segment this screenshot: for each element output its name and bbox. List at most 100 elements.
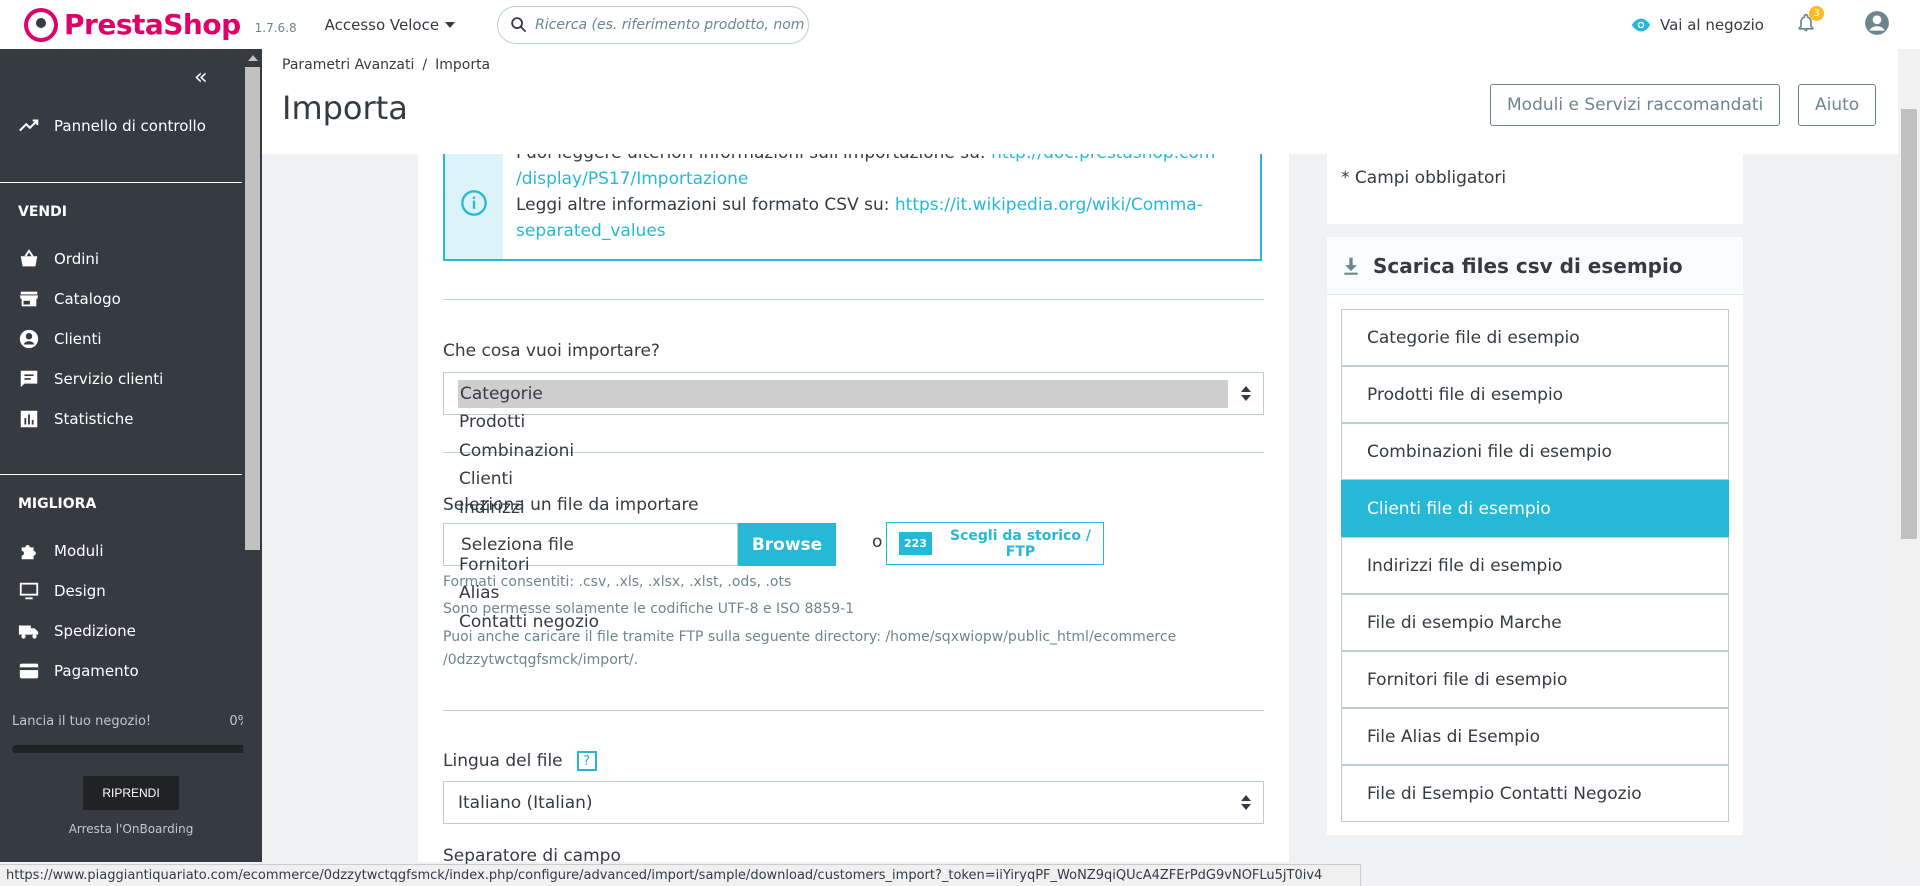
info-alert: Puoi leggere ulteriori informazioni sull… bbox=[443, 143, 1262, 261]
sample-file-link[interactable]: Categorie file di esempio bbox=[1341, 309, 1729, 366]
sidebar-item-label: Design bbox=[54, 582, 106, 600]
or-separator: o bbox=[872, 532, 883, 552]
search-input[interactable] bbox=[535, 16, 806, 33]
sidebar-item-label: Servizio clienti bbox=[54, 370, 164, 388]
sample-file-link[interactable]: File di Esempio Contatti Negozio bbox=[1341, 765, 1729, 822]
resume-onboarding-button[interactable]: RIPRENDI bbox=[83, 776, 179, 810]
sidebar-item-stats[interactable]: Statistiche bbox=[18, 408, 134, 430]
help-button[interactable]: Aiuto bbox=[1798, 84, 1877, 126]
history-ftp-label: Scegli da storico / FTP bbox=[950, 527, 1091, 560]
sidebar-item-label: Statistiche bbox=[54, 410, 134, 428]
store-icon bbox=[19, 291, 39, 307]
view-store-link[interactable]: Vai al negozio bbox=[1630, 16, 1764, 34]
breadcrumb: Parametri Avanzati / Importa bbox=[282, 57, 490, 73]
onboarding-panel: Lancia il tuo negozio! 0% RIPRENDI Arres… bbox=[0, 700, 262, 862]
download-icon bbox=[1344, 257, 1358, 275]
trending-up-icon bbox=[19, 119, 39, 132]
entity-option[interactable]: Prodotti bbox=[459, 412, 525, 432]
monitor-icon bbox=[19, 582, 39, 600]
docs-link-continued[interactable]: /display/PS17/Importazione bbox=[516, 169, 748, 189]
notifications-button[interactable]: 3 bbox=[1796, 5, 1824, 38]
entity-select-selected[interactable]: Categorie bbox=[458, 380, 1228, 408]
onboarding-progress-bar bbox=[12, 745, 250, 753]
select-arrows-icon bbox=[1241, 386, 1251, 401]
recommended-modules-button[interactable]: Moduli e Servizi raccomandati bbox=[1490, 84, 1781, 126]
browse-button[interactable]: Browse bbox=[738, 523, 836, 566]
sidebar-scrollbar[interactable] bbox=[243, 49, 262, 862]
browser-status-url: https://www.piaggiantiquariato.com/ecomm… bbox=[0, 864, 1361, 886]
sidebar-item-customers[interactable]: Clienti bbox=[18, 328, 102, 350]
info-alert-text: Puoi leggere ulteriori informazioni sull… bbox=[516, 143, 1256, 244]
history-ftp-button[interactable]: 223 Scegli da storico / FTP bbox=[886, 522, 1104, 565]
sidebar-item-label: Pannello di controllo bbox=[54, 117, 206, 135]
entity-option[interactable]: Fornitori bbox=[459, 555, 530, 575]
sample-files-card: Scarica files csv di esempio Categorie f… bbox=[1327, 237, 1743, 835]
main-scroll-thumb[interactable] bbox=[1901, 109, 1917, 539]
breadcrumb-separator: / bbox=[422, 57, 428, 73]
stop-onboarding-link[interactable]: Arresta l'OnBoarding bbox=[0, 822, 262, 836]
sidebar-item-label: Catalogo bbox=[54, 290, 121, 308]
scroll-up-arrow-icon[interactable] bbox=[248, 55, 258, 61]
entity-option[interactable]: Indirizzi bbox=[459, 498, 525, 518]
sample-file-link[interactable]: File di esempio Marche bbox=[1341, 594, 1729, 651]
credit-card-icon bbox=[19, 663, 39, 679]
sample-file-link[interactable]: Fornitori file di esempio bbox=[1341, 651, 1729, 708]
breadcrumb-item[interactable]: Parametri Avanzati bbox=[282, 57, 414, 73]
sidebar-scroll-thumb[interactable] bbox=[245, 67, 260, 550]
sample-file-link[interactable]: Combinazioni file di esempio bbox=[1341, 423, 1729, 480]
divider bbox=[0, 182, 242, 183]
csv-wiki-link-continued[interactable]: separated_values bbox=[516, 221, 666, 241]
sample-file-link-active[interactable]: Clienti file di esempio bbox=[1341, 480, 1729, 537]
help-question-icon[interactable]: ? bbox=[576, 751, 597, 771]
sidebar-item-label: Pagamento bbox=[54, 662, 139, 680]
required-fields-card: * Campi obbligatori bbox=[1327, 154, 1743, 224]
top-header: PrestaShop 1.7.6.8 Accesso Veloce Vai al… bbox=[0, 0, 1920, 49]
breadcrumb-item: Importa bbox=[435, 57, 491, 73]
entity-option[interactable]: Combinazioni bbox=[459, 441, 574, 461]
truck-icon bbox=[18, 625, 39, 639]
sidebar-item-modules[interactable]: Moduli bbox=[18, 540, 103, 562]
search-box[interactable] bbox=[497, 5, 810, 44]
entity-option[interactable]: Clienti bbox=[459, 469, 513, 489]
sidebar-item-payment[interactable]: Pagamento bbox=[18, 660, 139, 682]
search-icon bbox=[511, 17, 527, 33]
quick-access-label: Accesso Veloce bbox=[324, 15, 440, 34]
info-icon bbox=[461, 189, 487, 216]
sidebar-item-dashboard[interactable]: Pannello di controllo bbox=[18, 115, 206, 137]
file-language-selected: Italiano (Italian) bbox=[458, 792, 593, 813]
main-scrollbar[interactable] bbox=[1898, 49, 1920, 862]
divider bbox=[443, 299, 1264, 300]
csv-wiki-link[interactable]: https://it.wikipedia.org/wiki/Comma- bbox=[895, 195, 1203, 215]
quick-access-dropdown[interactable]: Accesso Veloce bbox=[324, 15, 456, 34]
puzzle-icon bbox=[21, 545, 36, 560]
import-form-panel: Puoi leggere ulteriori informazioni sull… bbox=[418, 143, 1289, 866]
sidebar-item-customer-service[interactable]: Servizio clienti bbox=[18, 368, 163, 390]
entity-option[interactable]: Alias bbox=[459, 583, 499, 603]
basket-icon bbox=[20, 249, 38, 267]
sample-file-link[interactable]: Prodotti file di esempio bbox=[1341, 366, 1729, 423]
prestashop-logo[interactable]: PrestaShop bbox=[24, 7, 241, 42]
sidebar-item-catalog[interactable]: Catalogo bbox=[18, 288, 121, 310]
file-language-text: Lingua del file bbox=[443, 751, 563, 771]
divider bbox=[443, 710, 1264, 711]
divider bbox=[0, 474, 242, 475]
sidebar-item-orders[interactable]: Ordini bbox=[18, 248, 99, 270]
eye-icon bbox=[1631, 18, 1651, 31]
ftp-help-line1: Puoi anche caricare il file tramite FTP … bbox=[443, 629, 1177, 645]
user-account-icon bbox=[1865, 10, 1889, 35]
sidebar-item-design[interactable]: Design bbox=[18, 580, 106, 602]
sample-file-link[interactable]: File Alias di Esempio bbox=[1341, 708, 1729, 765]
collapse-sidebar-icon[interactable]: ‹‹ bbox=[194, 65, 207, 90]
entity-select[interactable]: Categorie bbox=[443, 372, 1264, 415]
view-store-label: Vai al negozio bbox=[1659, 15, 1764, 34]
file-language-select[interactable]: Italiano (Italian) bbox=[443, 781, 1264, 824]
account-button[interactable] bbox=[1864, 10, 1890, 40]
sample-file-link[interactable]: Indirizzi file di esempio bbox=[1341, 537, 1729, 594]
sidebar-item-shipping[interactable]: Spedizione bbox=[18, 620, 136, 642]
sample-files-title: Scarica files csv di esempio bbox=[1373, 253, 1683, 278]
file-select-placeholder: Seleziona file bbox=[461, 534, 574, 555]
version-label: 1.7.6.8 bbox=[254, 20, 297, 35]
puffin-logo-icon bbox=[24, 7, 58, 42]
sidebar: ‹‹ Pannello di controllo VENDI Ordini Ca… bbox=[0, 49, 262, 862]
sidebar-item-label: Ordini bbox=[54, 250, 100, 268]
